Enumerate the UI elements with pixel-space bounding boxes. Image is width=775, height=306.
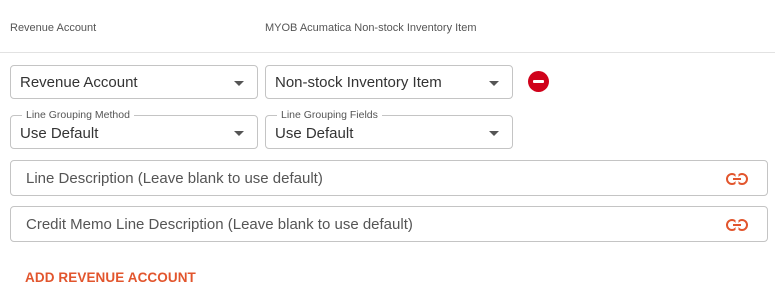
revenue-account-column-header: Revenue Account	[10, 22, 97, 34]
non-stock-item-select[interactable]: Non-stock Inventory Item	[265, 65, 513, 99]
line-grouping-method-value: Use Default	[20, 124, 99, 142]
item-column-header: MYOB Acumatica Non-stock Inventory Item	[265, 22, 477, 34]
line-grouping-fields-label: Line Grouping Fields	[277, 109, 382, 121]
line-description-placeholder: Line Description (Leave blank to use def…	[26, 169, 323, 187]
link-icon[interactable]	[725, 215, 749, 235]
caret-down-icon	[489, 81, 499, 86]
caret-down-icon	[489, 131, 499, 136]
caret-down-icon	[234, 131, 244, 136]
remove-row-button[interactable]	[528, 71, 549, 92]
revenue-account-select[interactable]: Revenue Account	[10, 65, 258, 99]
link-icon[interactable]	[725, 169, 749, 189]
non-stock-item-select-value: Non-stock Inventory Item	[275, 73, 442, 91]
header-divider	[0, 52, 775, 53]
line-grouping-fields-select[interactable]: Line Grouping Fields Use Default	[265, 109, 513, 149]
line-description-field[interactable]: Line Description (Leave blank to use def…	[10, 160, 768, 196]
add-revenue-account-button[interactable]: ADD REVENUE ACCOUNT	[25, 270, 196, 285]
revenue-account-select-value: Revenue Account	[20, 73, 138, 91]
minus-circle-icon	[533, 80, 544, 83]
credit-memo-line-description-placeholder: Credit Memo Line Description (Leave blan…	[26, 215, 413, 233]
credit-memo-line-description-field[interactable]: Credit Memo Line Description (Leave blan…	[10, 206, 768, 242]
caret-down-icon	[234, 81, 244, 86]
line-grouping-fields-value: Use Default	[275, 124, 354, 142]
line-grouping-method-label: Line Grouping Method	[22, 109, 134, 121]
line-grouping-method-select[interactable]: Line Grouping Method Use Default	[10, 109, 258, 149]
